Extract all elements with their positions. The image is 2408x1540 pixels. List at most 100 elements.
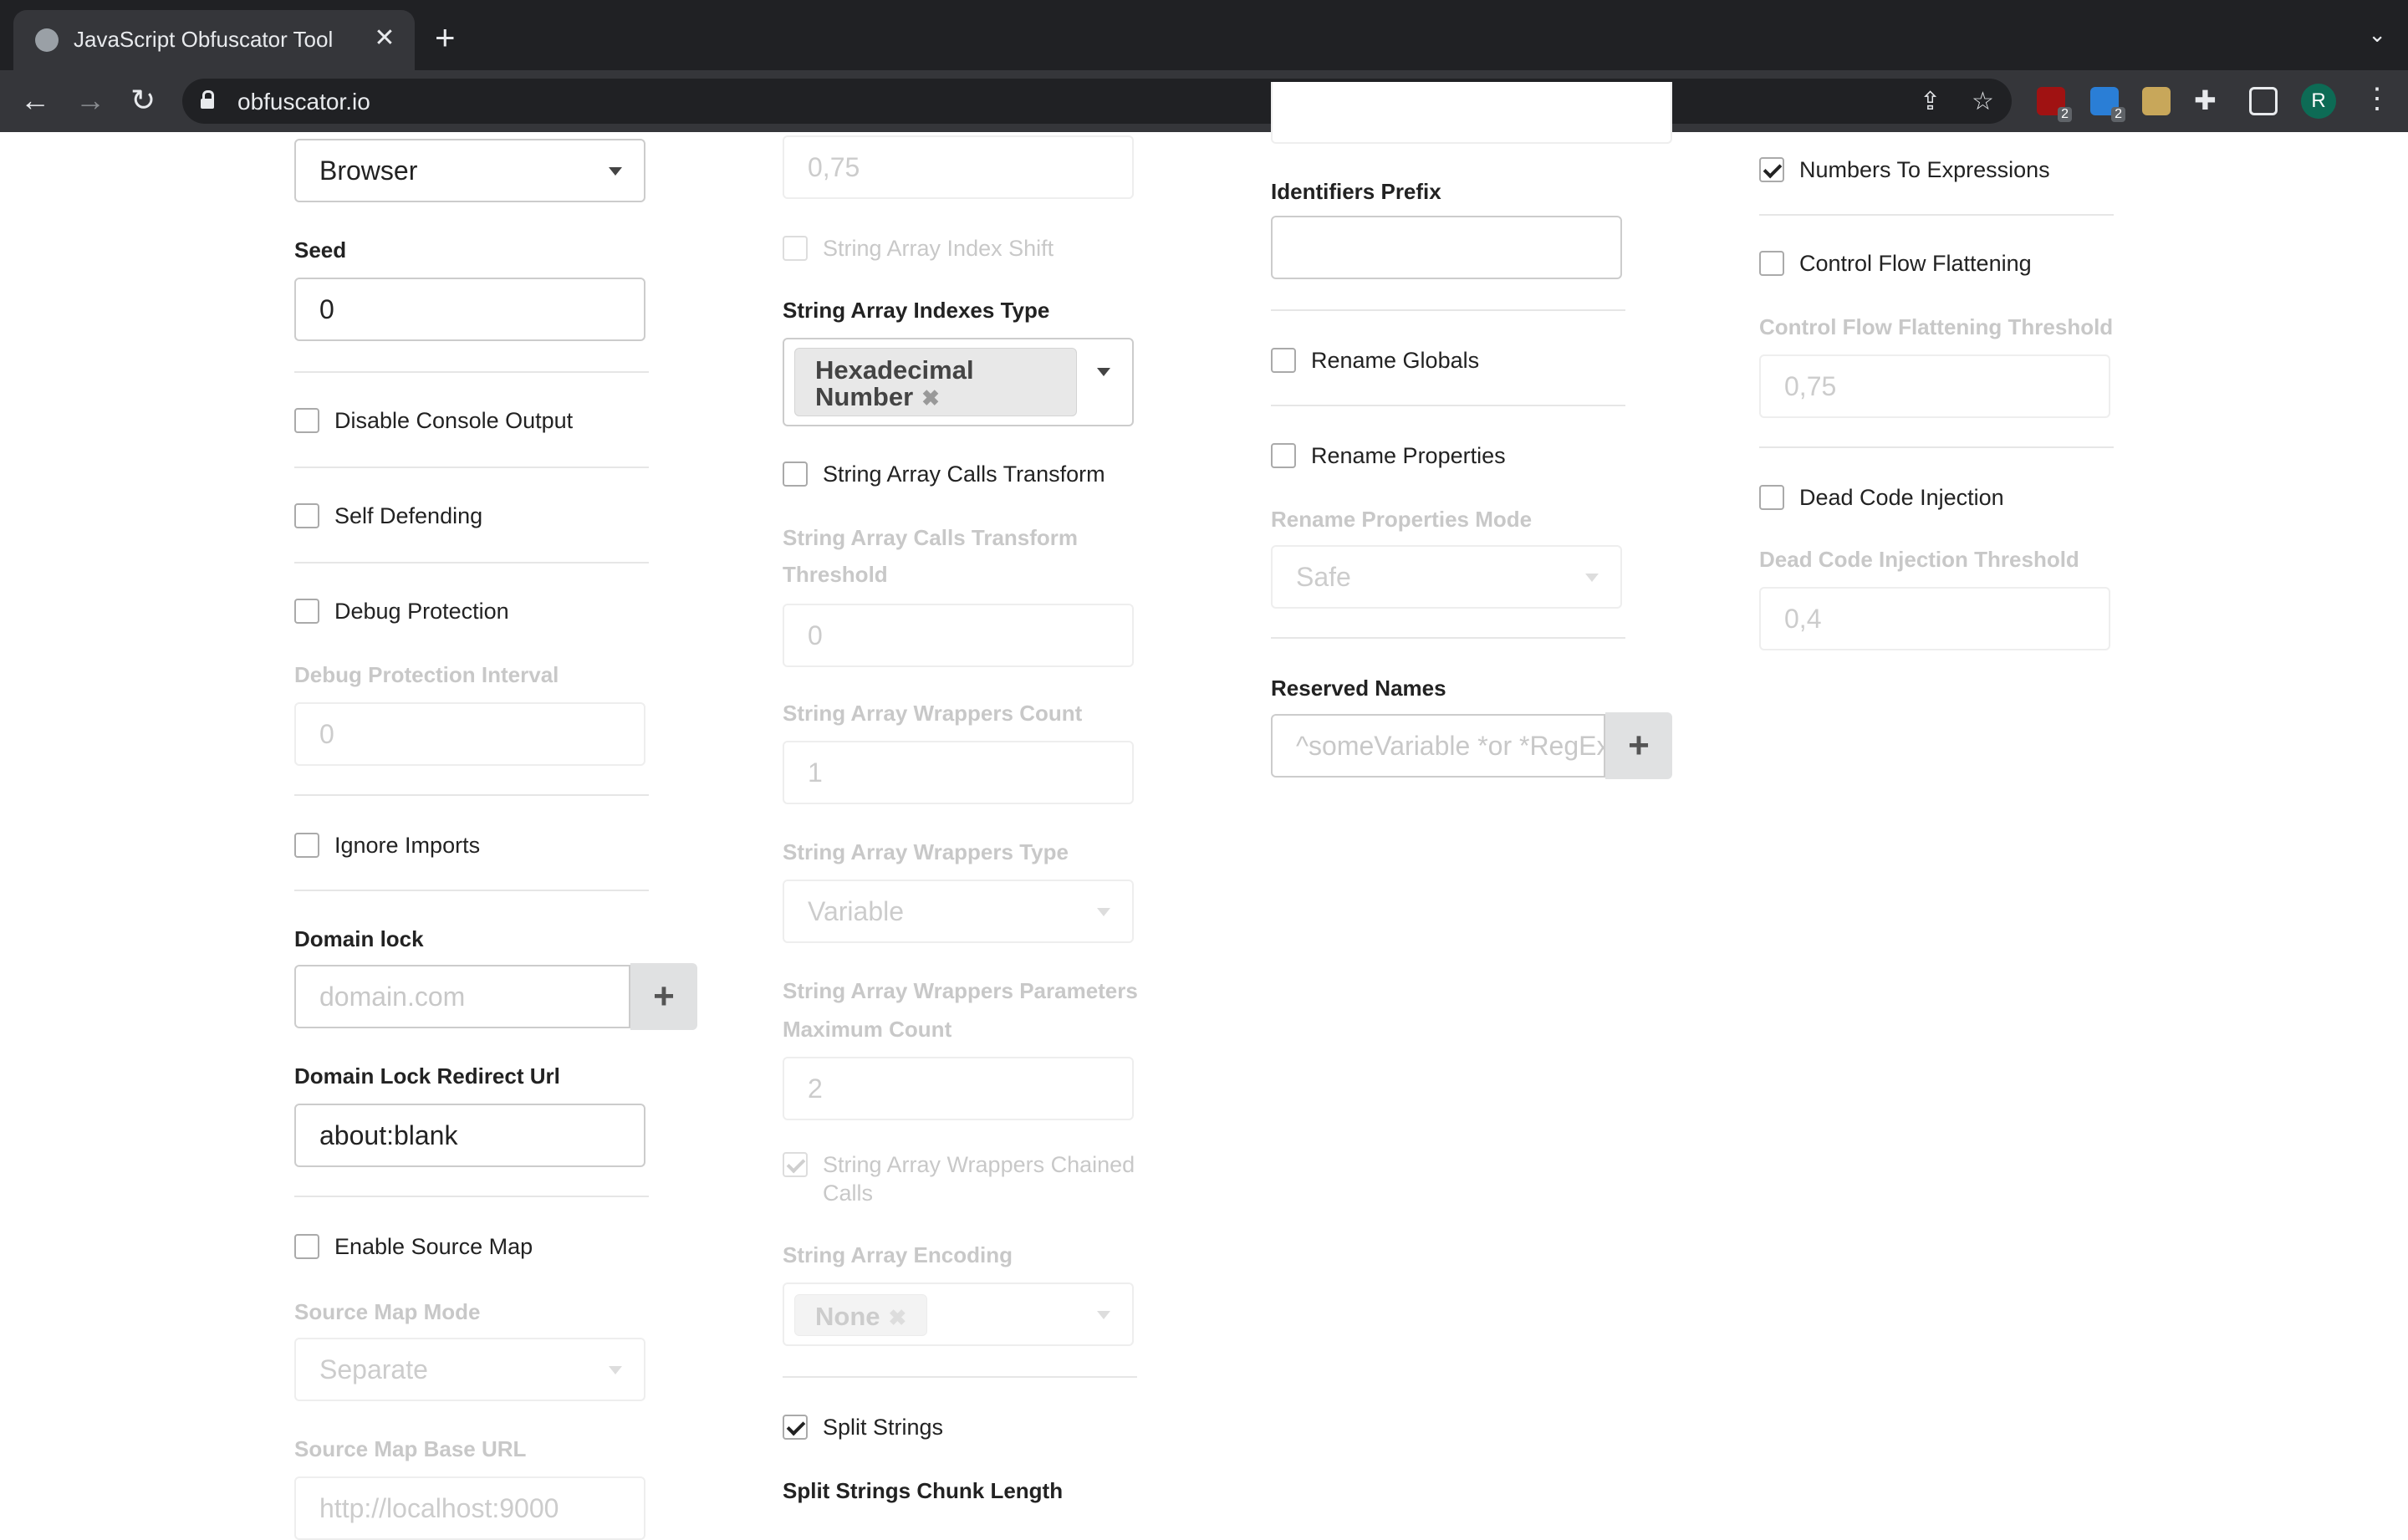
calls-threshold-input[interactable]: 0 <box>783 604 1134 667</box>
tab-title: JavaScript Obfuscator Tool <box>74 27 334 52</box>
wrappers-params-input[interactable]: 2 <box>783 1057 1134 1120</box>
divider <box>1271 309 1625 311</box>
calls-transform-checkbox[interactable] <box>783 461 808 487</box>
index-shift-checkbox[interactable] <box>783 236 808 261</box>
domain-lock-label: Domain lock <box>294 926 424 951</box>
none-chip[interactable]: None ✖ <box>794 1294 928 1336</box>
rename-globals-checkbox[interactable] <box>1271 348 1296 373</box>
index-shift-label: String Array Index Shift <box>823 236 1054 261</box>
source-map-mode-label: Source Map Mode <box>294 1299 481 1324</box>
divider <box>1271 637 1625 639</box>
cff-threshold-input[interactable]: 0,75 <box>1759 354 2110 418</box>
wrappers-type-select[interactable]: Variable <box>783 880 1134 943</box>
chevron-down-icon <box>1585 574 1599 582</box>
split-strings-checkbox[interactable] <box>783 1415 808 1440</box>
browser-tab-strip: JavaScript Obfuscator Tool ✕ + ⌄ <box>0 0 2408 70</box>
share-icon[interactable]: ⇪ <box>1920 87 1941 116</box>
divider <box>294 1196 649 1197</box>
wrappers-chained-label-line2: Calls <box>823 1180 874 1206</box>
domain-lock-add-button[interactable]: + <box>630 963 697 1030</box>
chevron-down-icon <box>1097 1311 1110 1319</box>
wrappers-chained-checkbox[interactable] <box>783 1152 808 1177</box>
rename-properties-checkbox[interactable] <box>1271 443 1296 468</box>
cff-threshold-label: Control Flow Flattening Threshold <box>1759 314 2114 339</box>
identifiers-prefix-input[interactable] <box>1271 216 1622 279</box>
indexes-type-select[interactable]: Hexadecimal Number ✖ <box>783 338 1134 426</box>
disable-console-checkbox[interactable] <box>294 408 319 433</box>
divider <box>294 794 649 796</box>
star-icon[interactable]: ☆ <box>1972 87 1994 116</box>
seed-label: Seed <box>294 237 347 263</box>
lock-icon[interactable] <box>201 90 214 109</box>
reserved-names-label: Reserved Names <box>1271 676 1446 701</box>
dead-code-checkbox[interactable] <box>1759 485 1784 510</box>
close-icon[interactable]: ✖ <box>921 385 940 410</box>
source-map-mode-select[interactable]: Separate <box>294 1338 645 1401</box>
extension-icon[interactable] <box>2142 87 2171 115</box>
calls-threshold-label-line2: Threshold <box>783 562 888 587</box>
chevron-down-icon <box>609 167 622 176</box>
extension-icon[interactable]: 2 <box>2090 87 2125 122</box>
ublock-extension-icon[interactable]: 2 <box>2037 87 2072 122</box>
identifiers-prefix-label: Identifiers Prefix <box>1271 179 1441 204</box>
split-strings-label: Split Strings <box>823 1415 944 1440</box>
forward-icon[interactable]: → <box>75 84 105 117</box>
encoding-label: String Array Encoding <box>783 1242 1013 1267</box>
side-panel-icon[interactable] <box>2249 87 2278 115</box>
chevron-down-icon[interactable]: ⌄ <box>2368 22 2386 48</box>
chevron-down-icon <box>609 1366 622 1374</box>
target-select[interactable]: Browser <box>294 139 645 202</box>
debug-protection-checkbox[interactable] <box>294 599 319 624</box>
seed-input[interactable]: 0 <box>294 278 645 341</box>
source-map-base-input[interactable]: http://localhost:9000 <box>294 1476 645 1540</box>
calls-transform-label: String Array Calls Transform <box>823 461 1105 487</box>
disable-console-label: Disable Console Output <box>334 408 574 433</box>
calls-threshold-label-line1: String Array Calls Transform <box>783 525 1079 550</box>
divider <box>294 562 649 563</box>
address-bar[interactable]: obfuscator.io ⇪ ☆ <box>182 79 2012 124</box>
chevron-down-icon <box>1097 368 1110 376</box>
menu-dots-icon[interactable]: ⋮ <box>2363 82 2391 115</box>
string-array-threshold-input[interactable]: 0,75 <box>783 135 1134 199</box>
avatar[interactable]: R <box>2301 84 2336 119</box>
domain-redirect-input[interactable]: about:blank <box>294 1104 645 1167</box>
puzzle-icon[interactable]: ✚ <box>2194 84 2217 117</box>
numbers-to-expressions-label: Numbers To Expressions <box>1799 157 2050 182</box>
previous-input[interactable] <box>1271 82 1672 144</box>
divider <box>1271 405 1625 406</box>
indexes-type-label: String Array Indexes Type <box>783 298 1050 323</box>
divider <box>294 890 649 891</box>
wrappers-count-input[interactable]: 1 <box>783 741 1134 804</box>
cff-label: Control Flow Flattening <box>1799 251 2032 276</box>
rename-mode-label: Rename Properties Mode <box>1271 507 1533 532</box>
reload-icon[interactable]: ↻ <box>130 84 156 117</box>
encoding-select[interactable]: None ✖ <box>783 1282 1134 1346</box>
divider <box>294 371 649 373</box>
url-text[interactable]: obfuscator.io <box>237 89 370 115</box>
cff-checkbox[interactable] <box>1759 251 1784 276</box>
self-defending-checkbox[interactable] <box>294 503 319 528</box>
rename-properties-label: Rename Properties <box>1311 443 1506 468</box>
browser-tab[interactable]: JavaScript Obfuscator Tool ✕ <box>13 10 415 70</box>
divider <box>1759 214 2114 216</box>
wrappers-count-label: String Array Wrappers Count <box>783 701 1083 726</box>
close-icon[interactable]: ✕ <box>370 23 400 54</box>
wrappers-type-label: String Array Wrappers Type <box>783 839 1069 864</box>
close-icon[interactable]: ✖ <box>889 1305 907 1330</box>
numbers-to-expressions-checkbox[interactable] <box>1759 157 1784 182</box>
rename-mode-select[interactable]: Safe <box>1271 545 1622 609</box>
debug-protection-label: Debug Protection <box>334 599 509 624</box>
reserved-names-add-button[interactable]: + <box>1605 712 1672 779</box>
hexadecimal-number-chip[interactable]: Hexadecimal Number ✖ <box>794 348 1077 416</box>
new-tab-button[interactable]: + <box>435 20 456 55</box>
reserved-names-input[interactable]: ^someVariable *or *RegExp <box>1271 714 1605 778</box>
back-icon[interactable]: ← <box>20 84 50 117</box>
browser-toolbar: ← → ↻ obfuscator.io ⇪ ☆ 2 2 ✚ R ⋮ <box>0 70 2408 132</box>
ignore-imports-checkbox[interactable] <box>294 833 319 858</box>
domain-lock-input[interactable]: domain.com <box>294 965 630 1028</box>
dead-code-threshold-input[interactable]: 0,4 <box>1759 587 2110 650</box>
source-map-base-label: Source Map Base URL <box>294 1436 527 1461</box>
debug-interval-input[interactable]: 0 <box>294 702 645 766</box>
source-map-label: Enable Source Map <box>334 1234 533 1259</box>
source-map-checkbox[interactable] <box>294 1234 319 1259</box>
